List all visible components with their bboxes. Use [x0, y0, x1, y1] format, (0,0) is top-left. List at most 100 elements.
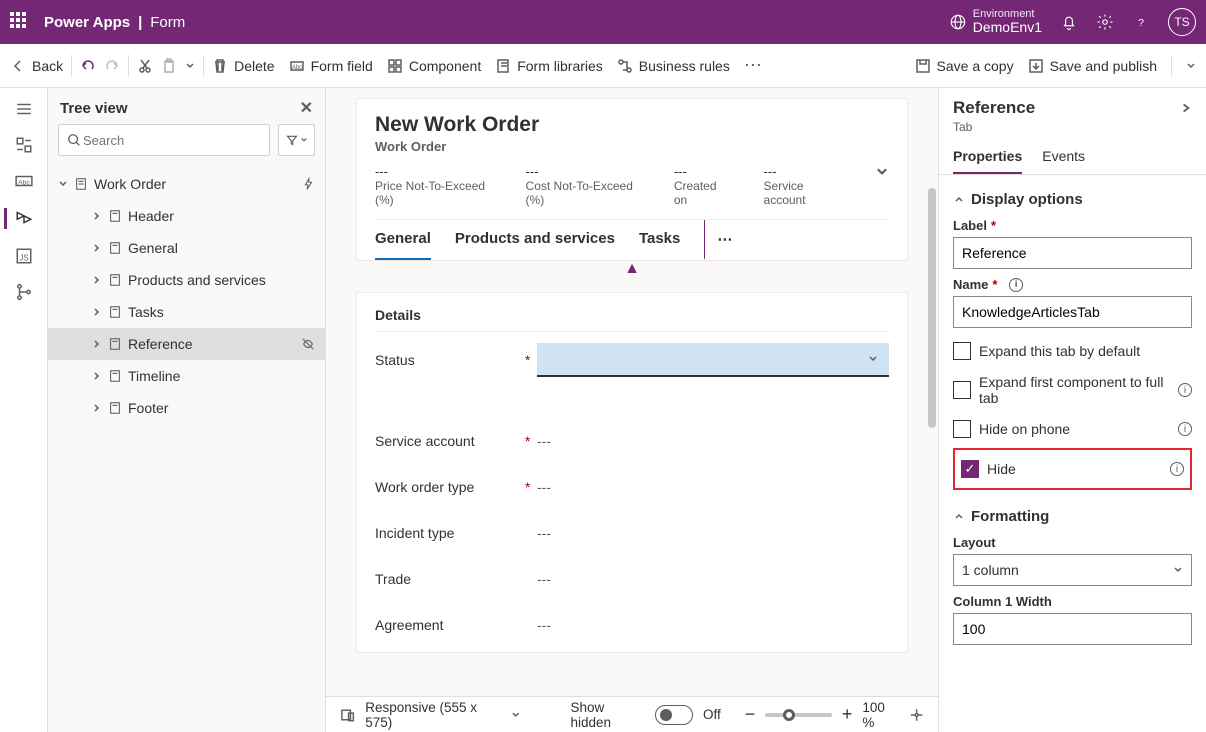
layout-label: Layout [953, 535, 1192, 550]
avatar[interactable]: TS [1168, 8, 1196, 36]
checkbox-row[interactable]: ✓Hidei [953, 448, 1192, 490]
chevron-down-icon[interactable] [875, 164, 889, 207]
tree-item[interactable]: General [48, 232, 325, 264]
form-subtitle: Work Order [375, 139, 889, 154]
tree-item[interactable]: Footer [48, 392, 325, 424]
save-copy-button[interactable]: Save a copy [915, 58, 1014, 74]
paste-icon[interactable] [161, 58, 177, 74]
component-button[interactable]: Component [387, 58, 481, 74]
scrollbar[interactable] [928, 188, 936, 428]
responsive-label[interactable]: Responsive (555 x 575) [365, 700, 501, 730]
header-field: ---Created on [674, 164, 724, 207]
chevron-right-icon[interactable] [1180, 100, 1192, 116]
checkbox[interactable]: ✓ [961, 460, 979, 478]
info-icon[interactable]: i [1178, 383, 1192, 397]
lightning-icon [301, 177, 315, 191]
tree-root[interactable]: Work Order [48, 168, 325, 200]
help-icon[interactable]: ? [1132, 13, 1150, 31]
environment-picker[interactable]: EnvironmentDemoEnv1 [949, 8, 1042, 35]
branch-icon[interactable] [15, 283, 33, 301]
label-field-label: Label* [953, 218, 1192, 233]
form-field-row[interactable]: Incident type--- [375, 510, 889, 556]
zoom-in-button[interactable]: + [842, 704, 853, 725]
show-hidden-label: Show hidden [570, 700, 644, 730]
responsive-icon [340, 707, 355, 723]
undo-icon[interactable] [80, 58, 96, 74]
redo-icon[interactable] [104, 58, 120, 74]
fit-icon[interactable] [909, 707, 924, 723]
tree-item[interactable]: Tasks [48, 296, 325, 328]
display-options-header[interactable]: Display options [953, 191, 1192, 208]
business-rules-button[interactable]: Business rules [617, 58, 730, 74]
svg-text:Abc: Abc [291, 65, 301, 71]
insert-marker-icon: ▲ [356, 260, 908, 278]
label-input[interactable] [953, 237, 1192, 269]
col-width-label: Column 1 Width [953, 594, 1192, 609]
zoom-slider[interactable] [765, 713, 832, 717]
back-button[interactable]: Back [10, 58, 63, 74]
more-tabs-icon[interactable]: ⋯ [704, 220, 732, 260]
zoom-out-button[interactable]: − [745, 704, 756, 725]
chevron-down-icon[interactable] [511, 707, 521, 723]
form-tab[interactable]: Products and services [455, 220, 615, 260]
form-libraries-button[interactable]: Form libraries [495, 58, 603, 74]
form-tab[interactable]: Tasks [639, 220, 680, 260]
name-input[interactable] [953, 296, 1192, 328]
formatting-header[interactable]: Formatting [953, 508, 1192, 525]
checkbox-row[interactable]: Expand this tab by default [953, 342, 1192, 360]
close-icon[interactable]: ✕ [300, 98, 313, 118]
form-field-row[interactable]: Agreement--- [375, 602, 889, 648]
form-field-button[interactable]: AbcForm field [289, 58, 373, 74]
col-width-input[interactable] [953, 613, 1192, 645]
tree-item[interactable]: Timeline [48, 360, 325, 392]
filter-button[interactable] [278, 124, 315, 156]
layout-dropdown[interactable]: 1 column [953, 554, 1192, 586]
form-field-row[interactable]: Service account*--- [375, 418, 889, 464]
bell-icon[interactable] [1060, 13, 1078, 31]
info-icon[interactable]: i [1009, 278, 1023, 292]
js-icon[interactable]: JS [15, 247, 33, 265]
props-tab[interactable]: Properties [953, 140, 1022, 174]
props-tab[interactable]: Events [1042, 140, 1085, 174]
checkbox[interactable] [953, 342, 971, 360]
form-field-row[interactable]: Work order type*--- [375, 464, 889, 510]
delete-button[interactable]: Delete [212, 58, 274, 74]
hidden-icon [301, 337, 315, 351]
tree-item[interactable]: Products and services [48, 264, 325, 296]
hamburger-icon[interactable] [15, 100, 33, 118]
tree-item[interactable]: Reference [48, 328, 325, 360]
abc-icon[interactable]: Abc [15, 172, 33, 190]
brand: Power Apps | Form [44, 14, 185, 31]
chevron-down-icon[interactable] [1186, 58, 1196, 74]
tree-panel: Tree view✕ Work OrderHeaderGeneralProduc… [48, 88, 326, 732]
waffle-icon[interactable] [10, 12, 30, 32]
info-icon[interactable]: i [1178, 422, 1192, 436]
status-dropdown[interactable] [537, 343, 889, 377]
form-tab[interactable]: General [375, 220, 431, 260]
checkbox-row[interactable]: Expand first component to full tabi [953, 374, 1192, 406]
form-field-row[interactable]: Trade--- [375, 556, 889, 602]
props-title: Reference [953, 98, 1035, 118]
gear-icon[interactable] [1096, 13, 1114, 31]
info-icon[interactable]: i [1170, 462, 1184, 476]
checkbox[interactable] [953, 381, 971, 399]
svg-text:?: ? [1138, 17, 1144, 29]
name-field-label: Name* i [953, 277, 1192, 292]
form-title: New Work Order [375, 113, 889, 137]
checkbox-row[interactable]: Hide on phonei [953, 420, 1192, 438]
more-icon[interactable]: ⋯ [744, 55, 762, 76]
cut-icon[interactable] [137, 58, 153, 74]
section-title: Details [375, 307, 889, 332]
header-field: ---Cost Not-To-Exceed (%) [526, 164, 634, 207]
tree-item[interactable]: Header [48, 200, 325, 232]
components-icon[interactable] [15, 136, 33, 154]
search-input[interactable] [58, 124, 270, 156]
form-field-row[interactable]: Status* [375, 332, 889, 388]
svg-text:JS: JS [19, 254, 28, 263]
tree-view-icon[interactable] [15, 208, 33, 226]
save-publish-button[interactable]: Save and publish [1028, 58, 1157, 74]
show-hidden-toggle[interactable] [655, 705, 693, 725]
chevron-down-icon[interactable] [185, 58, 195, 74]
checkbox[interactable] [953, 420, 971, 438]
header-field: ---Service account [764, 164, 835, 207]
